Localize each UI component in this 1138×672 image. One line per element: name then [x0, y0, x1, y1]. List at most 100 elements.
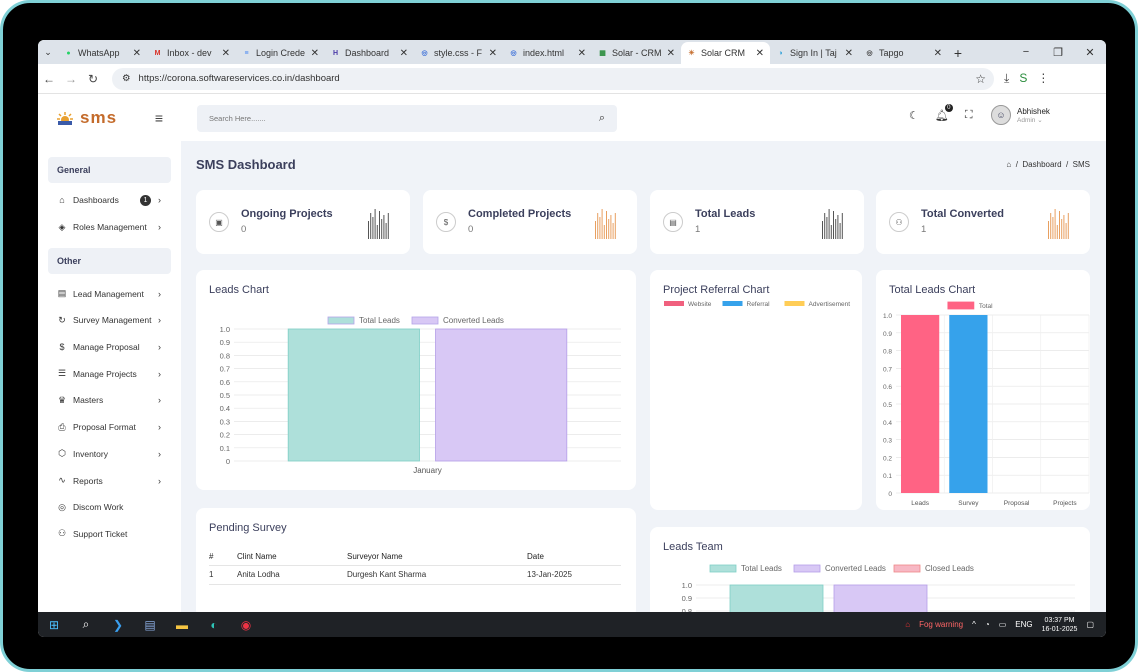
- user-name: Abhishek: [1017, 106, 1050, 116]
- sidebar-item-dashboards[interactable]: ⌂ Dashboards 1 ›: [38, 187, 181, 214]
- sidebar-item-proposal-format[interactable]: ⎙ Proposal Format ›: [38, 414, 181, 441]
- reload-icon[interactable]: ↻: [82, 72, 104, 86]
- sidebar-item-discom-work[interactable]: ◎ Discom Work: [38, 494, 181, 521]
- user-menu[interactable]: ☺ Abhishek Admin ⌄: [991, 105, 1050, 125]
- notification-center-icon[interactable]: ▢: [1086, 620, 1094, 629]
- network-icon[interactable]: ◔: [985, 620, 990, 629]
- forward-icon[interactable]: →: [60, 72, 82, 86]
- new-tab-button[interactable]: +: [948, 42, 968, 64]
- sidebar-item-inventory[interactable]: ⬡ Inventory ›: [38, 441, 181, 468]
- sidebar-item-support-ticket[interactable]: ⚇ Support Ticket: [38, 521, 181, 548]
- stat-value: 1: [921, 224, 927, 235]
- site-info-icon[interactable]: ⚙: [122, 73, 131, 84]
- extension-icon[interactable]: S: [1019, 71, 1027, 86]
- stat-value: 1: [695, 224, 701, 235]
- tab-close-icon[interactable]: ✕: [934, 48, 942, 59]
- sidebar-item-masters[interactable]: ♛ Masters ›: [38, 387, 181, 414]
- user-role: Admin ⌄: [1017, 116, 1043, 124]
- tab-label: Login Crede: [256, 48, 306, 58]
- download-icon[interactable]: ⤓: [1004, 71, 1009, 86]
- leads-chart: Total Leads Converted Leads 0 0.1 0.2 0.3 0.4 0…: [220, 316, 621, 475]
- restore-icon[interactable]: ❐: [1042, 46, 1074, 59]
- tray-chevron-icon[interactable]: ^: [972, 620, 976, 629]
- bell-icon[interactable]: 🔔︎ 0: [935, 104, 953, 122]
- home-icon[interactable]: ⌂: [1006, 160, 1011, 169]
- cube-icon: ◈: [58, 221, 66, 232]
- tab-close-icon[interactable]: ✕: [756, 48, 764, 59]
- sidebar-item-manage-projects[interactable]: ☰ Manage Projects ›: [38, 360, 181, 387]
- search-taskbar-icon[interactable]: ⌕: [70, 617, 102, 632]
- back-icon[interactable]: ←: [38, 72, 60, 86]
- sidebar-item-survey-management[interactable]: ↻ Survey Management ›: [38, 307, 181, 334]
- tab-1[interactable]: M Inbox - dev ✕: [147, 42, 236, 64]
- tab-close-icon[interactable]: ✕: [578, 48, 586, 59]
- url-field[interactable]: ⚙ https://corona.softwareservices.co.in/…: [112, 67, 994, 90]
- printer-icon: ⎙: [58, 421, 66, 432]
- tab-close-icon[interactable]: ✕: [311, 48, 319, 59]
- windows-start-icon[interactable]: ⊞: [38, 618, 70, 632]
- bookmark-star-icon[interactable]: ☆: [975, 72, 986, 86]
- breadcrumb-dashboard[interactable]: Dashboard: [1022, 160, 1061, 169]
- table-row[interactable]: 1 Anita Lodha Durgesh Kant Sharma 13-Jan-20…: [209, 565, 621, 585]
- mini-bars-icon: [822, 209, 843, 239]
- weather-warning-icon[interactable]: ⌂: [905, 620, 910, 629]
- chevron-right-icon: ›: [158, 342, 161, 353]
- table-cell: 1: [209, 565, 237, 585]
- tab-label: style.css - F: [434, 48, 483, 58]
- tab-label: Inbox - dev: [167, 48, 212, 58]
- fullscreen-icon[interactable]: ⛶: [965, 109, 973, 122]
- menu-dots-icon[interactable]: ⋮: [1037, 71, 1049, 86]
- calendar-icon: ▣: [209, 212, 229, 232]
- tab-9[interactable]: ◎ Tapgo ✕: [859, 42, 948, 64]
- tab-8[interactable]: ◑ Sign In | Taj ✕: [770, 42, 859, 64]
- vscode-icon[interactable]: ❯: [102, 618, 134, 632]
- close-window-icon[interactable]: ✕: [1074, 46, 1106, 59]
- tab-5[interactable]: ◎ index.html ✕: [503, 42, 592, 64]
- tab-search-icon[interactable]: ⌄: [38, 40, 58, 64]
- file-icon: ▤: [57, 288, 67, 299]
- tab-3[interactable]: H Dashboard ✕: [325, 42, 414, 64]
- bar-leads: [901, 315, 940, 493]
- system-tray: ⌂ Fog warning ^ ◔ ▭ ENG 03:37 PM 16-01-2…: [905, 616, 1106, 634]
- legend-swatch: [722, 301, 743, 306]
- chevron-right-icon: ›: [158, 422, 161, 433]
- weather-text[interactable]: Fog warning: [919, 620, 963, 629]
- sidebar-item-manage-proposal[interactable]: $ Manage Proposal ›: [38, 334, 181, 361]
- sidebar-item-roles-management[interactable]: ◈ Roles Management ›: [38, 214, 181, 241]
- tab-close-icon[interactable]: ✕: [133, 48, 141, 59]
- stat-card-completed-projects: $ Completed Projects 0: [423, 190, 637, 254]
- notepad-icon[interactable]: ▤: [134, 618, 166, 632]
- tab-close-icon[interactable]: ✕: [667, 48, 675, 59]
- edge-icon[interactable]: ◐: [198, 618, 230, 632]
- app: sms ≡ General ⌂ Dashboards 1 › ◈ Roles Manage…: [38, 95, 1106, 627]
- sidebar-item-lead-management[interactable]: ▤ Lead Management ›: [38, 280, 181, 307]
- tab-0[interactable]: ● WhatsApp ✕: [58, 42, 147, 64]
- chrome-icon[interactable]: ◉: [230, 618, 262, 632]
- tab-close-icon[interactable]: ✕: [845, 48, 853, 59]
- sidebar-item-label: Inventory: [73, 448, 108, 459]
- tab-close-icon[interactable]: ✕: [222, 48, 230, 59]
- battery-icon[interactable]: ▭: [999, 620, 1007, 629]
- mini-bars-icon: [595, 209, 616, 239]
- file-explorer-icon[interactable]: ▬: [166, 618, 198, 632]
- tab-label: Sign In | Taj: [790, 48, 837, 58]
- tab-close-icon[interactable]: ✕: [489, 48, 497, 59]
- menu-toggle-icon[interactable]: ≡: [155, 110, 163, 126]
- minimize-icon[interactable]: −: [1010, 46, 1042, 58]
- dark-mode-icon[interactable]: ☾: [909, 109, 919, 122]
- sidebar-item-label: Survey Management: [73, 315, 152, 326]
- logo[interactable]: sms ≡: [38, 95, 181, 141]
- top-bar: Search Here....... ⌕ ☾ 🔔︎ 0 ⛶ ☺ Abhishek …: [181, 95, 1106, 141]
- clock[interactable]: 03:37 PM 16-01-2025: [1042, 616, 1078, 634]
- tab-6[interactable]: ▦ Solar - CRM ✕: [592, 42, 681, 64]
- tab-4[interactable]: ◎ style.css - F ✕: [414, 42, 503, 64]
- chevron-right-icon: ›: [158, 475, 161, 486]
- search-input[interactable]: Search Here....... ⌕: [197, 105, 617, 132]
- tab-close-icon[interactable]: ✕: [400, 48, 408, 59]
- search-icon[interactable]: ⌕: [599, 112, 605, 125]
- sidebar-item-reports[interactable]: ∿ Reports ›: [38, 467, 181, 494]
- tab-7[interactable]: ☀ Solar CRM ✕: [681, 42, 770, 64]
- table-cell: Durgesh Kant Sharma: [347, 565, 527, 585]
- tab-2[interactable]: ≡ Login Crede ✕: [236, 42, 325, 64]
- language-indicator[interactable]: ENG: [1015, 620, 1032, 629]
